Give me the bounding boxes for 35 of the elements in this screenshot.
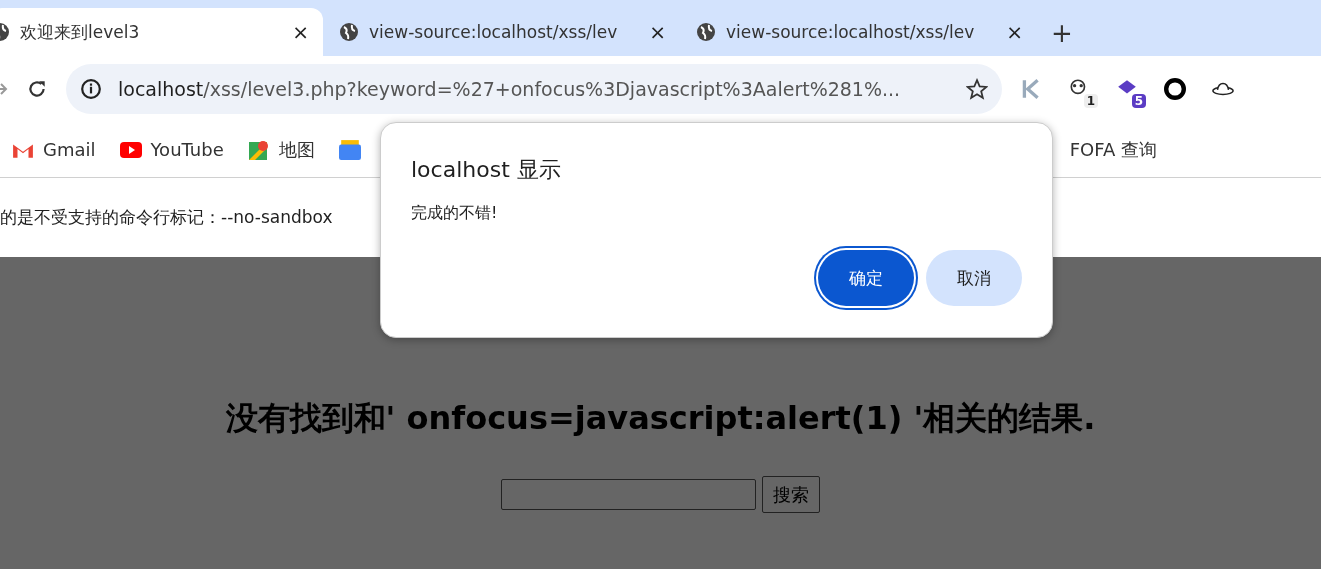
bookmark[interactable]: YouTube: [119, 139, 224, 160]
url-text: localhost/xss/level3.php?keyword=%27+onfocus%3Djavascript%3Aalert%281%...: [118, 78, 902, 100]
extension-icon[interactable]: [1164, 78, 1186, 100]
extension-badge: 5: [1131, 94, 1146, 108]
dialog-message: 完成的不错!: [411, 203, 499, 224]
extension-badge: 1: [1083, 94, 1098, 108]
result-heading: 没有找到和' onfocus=javascript:alert(1) '相关的结果.: [225, 398, 1096, 439]
tab-title: view-source:localhost/xss/lev: [369, 22, 619, 42]
browser-tab[interactable]: view-source:localhost/xss/lev ×: [323, 8, 680, 56]
tab-title: 欢迎来到level3: [20, 20, 141, 44]
globe-icon: [339, 22, 359, 42]
play-icon: [119, 139, 142, 160]
globe-icon: [696, 22, 716, 42]
dialog-title: localhost 显示: [411, 156, 562, 184]
close-icon[interactable]: ×: [1006, 20, 1023, 44]
bookmark[interactable]: Gmail: [12, 139, 96, 160]
star-icon[interactable]: [966, 78, 988, 100]
search-field[interactable]: [501, 479, 756, 510]
warning-text: 的是不受支持的命令行标记：--no-sandbox: [0, 206, 333, 229]
bookmark[interactable]: 地图: [247, 137, 315, 162]
bookmark[interactable]: [338, 139, 361, 160]
dialog-button[interactable]: 取消: [926, 250, 1022, 306]
browser-tab[interactable]: 欢迎来到level3 ×: [0, 8, 323, 56]
bookmark[interactable]: FOFA 查询: [1069, 137, 1157, 162]
map-pin-icon: [247, 139, 270, 160]
news-icon: [338, 139, 361, 160]
browser-tab[interactable]: view-source:localhost/xss/lev ×: [680, 8, 1037, 56]
close-icon[interactable]: ×: [292, 20, 309, 44]
tab-title: view-source:localhost/xss/lev: [726, 22, 976, 42]
new-tab-button[interactable]: +: [1051, 18, 1073, 48]
search-button[interactable]: 搜索: [762, 476, 820, 513]
address-bar[interactable]: localhost/xss/level3.php?keyword=%27+onfocus%3Djavascript%3Aalert%281%...: [66, 64, 1002, 114]
info-icon[interactable]: [80, 78, 102, 100]
close-icon[interactable]: ×: [649, 20, 666, 44]
reload-icon[interactable]: [26, 78, 48, 100]
